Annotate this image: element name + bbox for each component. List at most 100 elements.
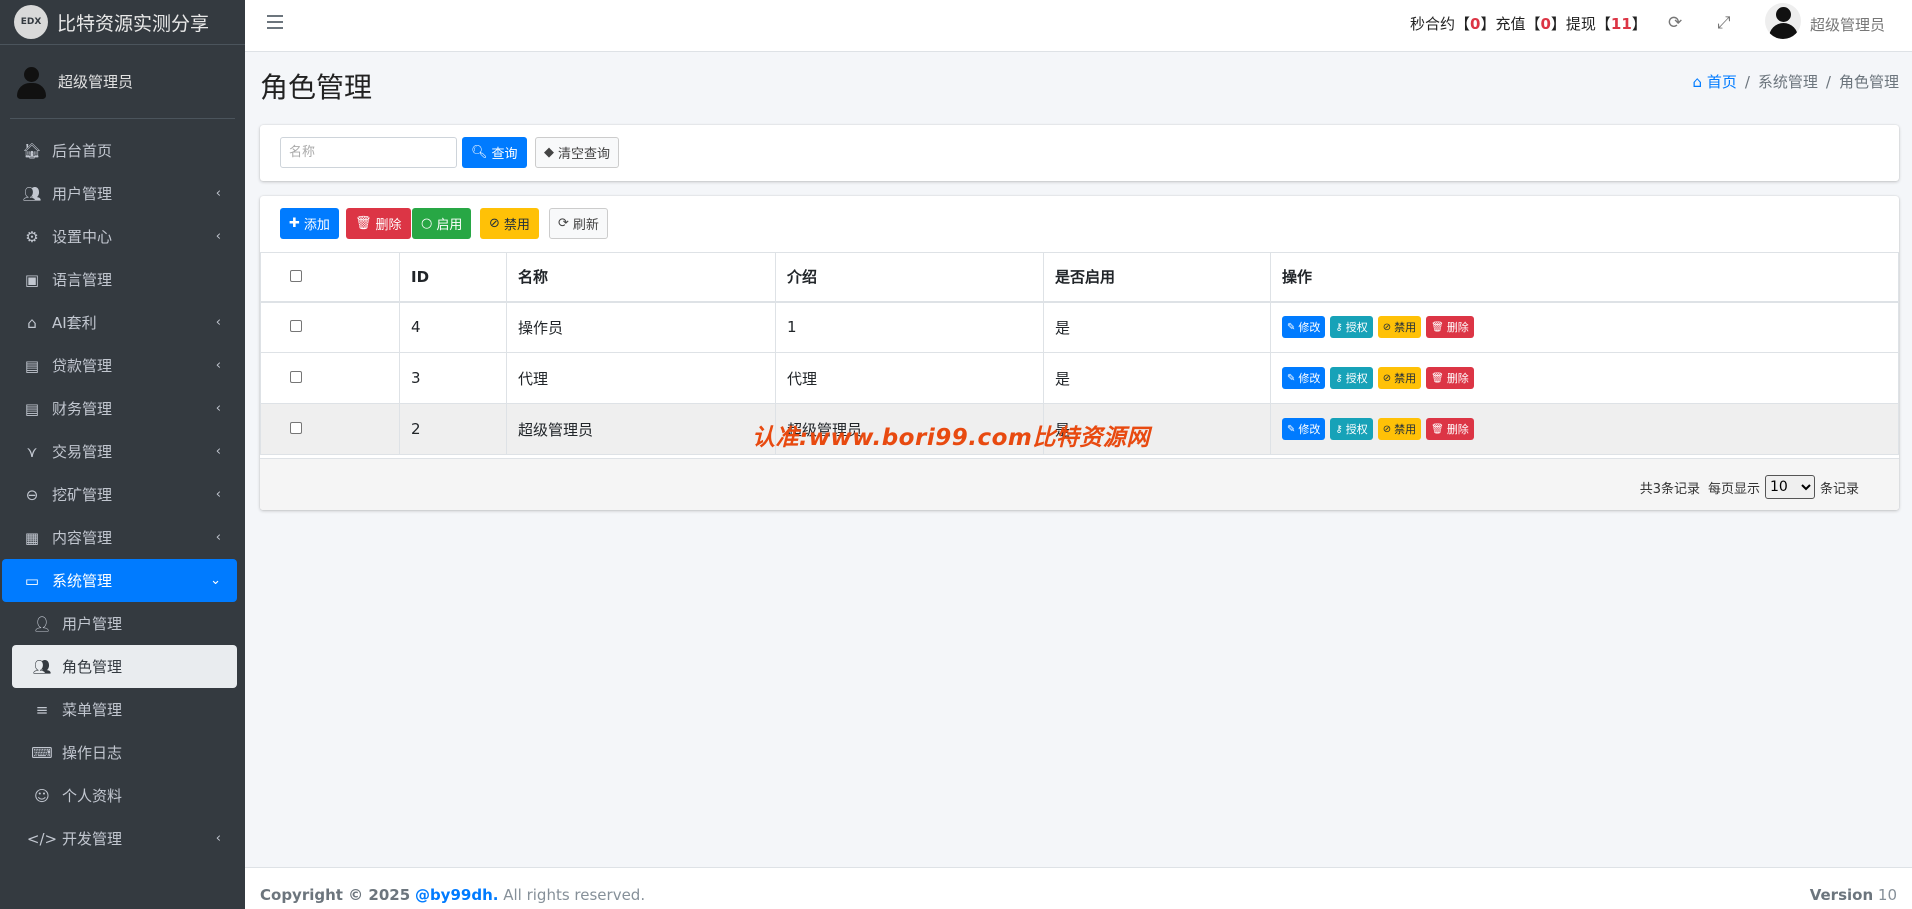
chevron-left-icon: ‹ xyxy=(215,358,221,373)
sidebar-item-dashboard[interactable]: 🏠︎ 后台首页 xyxy=(2,129,237,172)
sidebar-item-label: 用户管理 xyxy=(62,615,123,633)
sidebar-item-settings[interactable]: ⚙ 设置中心 ‹ xyxy=(2,215,237,258)
key-icon: ⚷ xyxy=(1335,372,1343,384)
row-checkbox[interactable] xyxy=(290,371,302,383)
row-select-cell xyxy=(260,301,400,353)
sidebar-item-finance[interactable]: ▤ 财务管理 ‹ xyxy=(2,387,237,430)
ban-icon: ⊘ xyxy=(1382,321,1392,333)
sidebar-item-mining[interactable]: ⊖ 挖矿管理 ‹ xyxy=(2,473,237,516)
breadcrumb-current: 角色管理 xyxy=(1838,73,1899,91)
trash-icon: 🗑︎ xyxy=(1431,372,1444,384)
row-delete-label: 删除 xyxy=(1446,423,1469,436)
sidebar-item-system[interactable]: ▭ 系统管理 ⌄ xyxy=(2,559,237,602)
row-disable-label: 禁用 xyxy=(1394,321,1417,335)
row-actions: ✎ 修改 ⚷ 授权 ⊘ 禁用 🗑︎ 删除 xyxy=(1282,316,1887,339)
row-checkbox[interactable] xyxy=(290,422,302,434)
table-footer: 共3条记录 每页显示 10 条记录 xyxy=(260,458,1899,510)
authorize-button[interactable]: ⚷ 授权 xyxy=(1330,316,1373,339)
enable-button[interactable]: ○ 启用 xyxy=(412,208,472,239)
top-user-name[interactable]: 超级管理员 xyxy=(1810,14,1885,35)
chevron-left-icon: ‹ xyxy=(215,186,221,201)
ban-icon: ⊘ xyxy=(489,216,500,231)
sidebar-subitem-menu[interactable]: ≡ 菜单管理 xyxy=(2,688,237,731)
sidebar-subitem-logs[interactable]: ⌨ 操作日志 xyxy=(2,731,237,774)
rights-text: All rights reserved. xyxy=(503,886,646,904)
header-enabled[interactable]: 是否启用 xyxy=(1043,252,1271,303)
chevron-left-icon: ‹ xyxy=(215,229,221,244)
edit-button[interactable]: ✎ 修改 xyxy=(1282,316,1326,339)
chevron-left-icon: ‹ xyxy=(215,315,221,330)
user-name: 超级管理员 xyxy=(58,73,134,91)
row-delete-button[interactable]: 🗑︎ 删除 xyxy=(1426,418,1474,440)
authorize-button[interactable]: ⚷ 授权 xyxy=(1330,418,1373,440)
key-icon: ⚷ xyxy=(1335,321,1343,333)
avatar[interactable] xyxy=(1765,3,1801,39)
ban-icon: ⊘ xyxy=(1382,372,1392,384)
sidebar-item-label: 操作日志 xyxy=(62,744,123,762)
refresh-icon[interactable]: ⟳ xyxy=(1668,13,1682,33)
edit-button[interactable]: ✎ 修改 xyxy=(1282,367,1326,389)
header-id[interactable]: ID xyxy=(399,252,507,303)
row-delete-button[interactable]: 🗑︎ 删除 xyxy=(1426,367,1474,389)
cell-name: 代理 xyxy=(506,352,776,404)
sidebar-subitem-dev[interactable]: </> 开发管理 ‹ xyxy=(2,817,237,860)
sidebar-item-label: 个人资料 xyxy=(62,787,123,805)
top-navbar: 秒合约【0】充值【0】提现【11】 ⟳ ⤢ 超级管理员 xyxy=(245,0,1912,52)
name-search-input[interactable] xyxy=(280,137,457,168)
pager: 共3条记录 每页显示 10 条记录 xyxy=(1640,475,1859,499)
delete-button[interactable]: 🗑︎ 删除 xyxy=(346,208,411,239)
brand-link[interactable]: EDX 比特资源实测分享 xyxy=(0,0,245,45)
user-icon: 👤︎ xyxy=(32,614,52,633)
edit-label: 修改 xyxy=(1298,321,1321,335)
keyboard-icon: ⌨ xyxy=(31,743,53,762)
user-panel[interactable]: 超级管理员 xyxy=(10,45,235,119)
eraser-icon: ◆ xyxy=(544,145,554,160)
row-delete-button[interactable]: 🗑︎ 删除 xyxy=(1426,316,1474,339)
stats-label: 秒合约【 xyxy=(1410,15,1471,33)
row-disable-button[interactable]: ⊘ 禁用 xyxy=(1377,367,1422,389)
sidebar-item-users[interactable]: 👥︎ 用户管理 ‹ xyxy=(2,172,237,215)
stats-withdraw-count[interactable]: 11 xyxy=(1611,15,1632,33)
sidebar-subitem-roles[interactable]: 👥︎ 角色管理 xyxy=(12,645,237,688)
footer-brand-link[interactable]: @by99dh. xyxy=(415,886,499,904)
breadcrumb-parent[interactable]: 系统管理 xyxy=(1758,73,1818,91)
menu-toggle-icon[interactable] xyxy=(267,15,283,29)
stats-recharge-count[interactable]: 0 xyxy=(1540,15,1550,33)
header-intro[interactable]: 介绍 xyxy=(775,252,1044,303)
sidebar-item-loan[interactable]: ▤ 贷款管理 ‹ xyxy=(2,344,237,387)
select-all-checkbox[interactable] xyxy=(290,269,302,282)
sidebar-subitem-profile[interactable]: ☺ 个人资料 xyxy=(2,774,237,817)
clear-query-button[interactable]: ◆ 清空查询 xyxy=(535,137,620,168)
sidebar-item-content[interactable]: ▦ 内容管理 ‹ xyxy=(2,516,237,559)
query-button[interactable]: 🔍︎ 查询 xyxy=(462,137,527,168)
header-name[interactable]: 名称 xyxy=(506,252,776,303)
copyright-text: Copyright © 2025 xyxy=(260,886,411,904)
breadcrumb-home[interactable]: ⌂ 首页 xyxy=(1693,73,1737,91)
sidebar-item-label: 交易管理 xyxy=(52,443,113,461)
row-disable-button[interactable]: ⊘ 禁用 xyxy=(1377,418,1422,440)
refresh-button[interactable]: ⟳ 刷新 xyxy=(549,208,608,239)
sidebar-item-ai[interactable]: ⌂ AI套利 ‹ xyxy=(2,301,237,344)
money-icon: ▤ xyxy=(24,356,40,375)
disable-button[interactable]: ⊘ 禁用 xyxy=(480,208,539,239)
row-checkbox[interactable] xyxy=(290,320,302,333)
add-button[interactable]: ✚ 添加 xyxy=(280,208,339,239)
sidebar-item-label: 用户管理 xyxy=(52,185,113,203)
edit-button[interactable]: ✎ 修改 xyxy=(1282,418,1326,440)
fullscreen-icon[interactable]: ⤢ xyxy=(1717,13,1731,33)
sidebar-item-label: 角色管理 xyxy=(62,658,123,676)
per-page-select[interactable]: 10 xyxy=(1764,475,1815,499)
copyright: Copyright © 2025 @by99dh. All rights res… xyxy=(260,886,645,904)
row-delete-label: 删除 xyxy=(1446,372,1469,385)
code-icon: </> xyxy=(26,829,58,848)
sidebar-item-language[interactable]: ▣ 语言管理 xyxy=(2,258,237,301)
stats-contract-count[interactable]: 0 xyxy=(1470,15,1480,33)
authorize-button[interactable]: ⚷ 授权 xyxy=(1330,367,1373,389)
edit-label: 修改 xyxy=(1298,423,1321,436)
sidebar-item-trade[interactable]: ⋎ 交易管理 ‹ xyxy=(2,430,237,473)
row-disable-label: 禁用 xyxy=(1394,372,1417,385)
query-button-label: 查询 xyxy=(491,147,518,162)
enable-button-label: 启用 xyxy=(436,218,463,233)
row-disable-button[interactable]: ⊘ 禁用 xyxy=(1377,316,1422,339)
sidebar-subitem-users[interactable]: 👤︎ 用户管理 xyxy=(2,602,237,645)
